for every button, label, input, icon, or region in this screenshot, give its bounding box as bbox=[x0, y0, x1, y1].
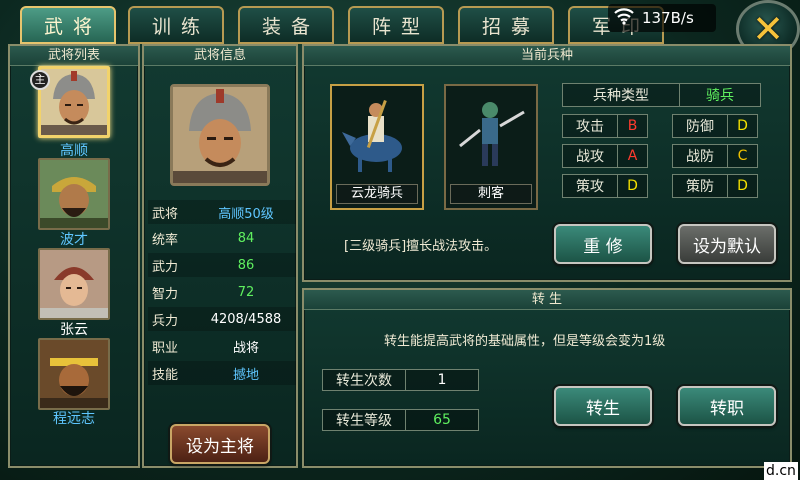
tab-training[interactable]: 训练 bbox=[128, 6, 224, 44]
wifi-icon bbox=[614, 7, 634, 29]
attr-label: 战防 bbox=[672, 144, 728, 168]
attr-label: 策攻 bbox=[562, 174, 618, 198]
rebirth-level-value: 65 bbox=[405, 409, 479, 431]
rebirth-description: 转生能提高武将的基础属性，但是等级会变为1级 bbox=[384, 334, 666, 349]
network-speed: 137B/s bbox=[642, 9, 694, 27]
info-value: 86 bbox=[237, 257, 255, 273]
info-value: 84 bbox=[237, 230, 255, 246]
attr-grade: D bbox=[618, 174, 648, 198]
attr-label: 战攻 bbox=[562, 144, 618, 168]
tab-recruit[interactable]: 招募 bbox=[458, 6, 554, 44]
rebirth-title: 转 生 bbox=[304, 290, 790, 310]
tab-equipment[interactable]: 装备 bbox=[238, 6, 334, 44]
info-value: 72 bbox=[237, 284, 255, 300]
info-row-troops: 兵力 4208/4588 bbox=[148, 307, 296, 331]
general-card-chengyuanzhi[interactable] bbox=[38, 338, 110, 410]
rebirth-count-value: 1 bbox=[405, 369, 479, 391]
attr-label: 策防 bbox=[672, 174, 728, 198]
general-name: 张云 bbox=[60, 322, 88, 338]
troop-type-value: 骑兵 bbox=[679, 83, 761, 107]
change-job-button[interactable]: 转职 bbox=[678, 386, 776, 426]
troop-description: [三级骑兵]擅长战法攻击。 bbox=[344, 239, 498, 254]
general-card-zhangyun[interactable] bbox=[38, 248, 110, 320]
info-label: 兵力 bbox=[152, 313, 179, 329]
network-status: 137B/s bbox=[608, 4, 716, 32]
info-label: 职业 bbox=[152, 340, 179, 356]
watermark: d.cn bbox=[764, 462, 798, 480]
info-label: 统率 bbox=[152, 232, 179, 248]
unit-name: 刺客 bbox=[450, 184, 532, 204]
info-label: 武力 bbox=[152, 259, 179, 275]
rebirth-level-label: 转生等级 bbox=[322, 409, 406, 431]
retrain-button[interactable]: 重 修 bbox=[554, 224, 652, 264]
portrait-gaoshun bbox=[41, 69, 107, 135]
general-card-bocai[interactable] bbox=[38, 158, 110, 230]
info-label: 技能 bbox=[152, 367, 179, 383]
info-label: 武将 bbox=[152, 206, 179, 222]
attr-grade: D bbox=[728, 174, 758, 198]
roster-title: 武将列表 bbox=[10, 46, 138, 66]
general-portrait bbox=[173, 87, 267, 183]
troop-title: 当前兵种 bbox=[304, 46, 790, 66]
info-value: 战将 bbox=[232, 340, 259, 356]
general-info-title: 武将信息 bbox=[144, 46, 296, 66]
unit-card-assassin[interactable]: 刺客 bbox=[444, 84, 538, 210]
info-value: 撼地 bbox=[232, 367, 259, 383]
set-default-button[interactable]: 设为默认 bbox=[678, 224, 776, 264]
portrait-chengyuanzhi bbox=[40, 340, 108, 408]
info-row-command: 统率 84 bbox=[148, 226, 296, 250]
general-name: 波才 bbox=[60, 232, 88, 248]
portrait-zhangyun bbox=[40, 250, 108, 318]
attr-grade: A bbox=[618, 144, 648, 168]
attr-label: 攻击 bbox=[562, 114, 618, 138]
unit-name: 云龙骑兵 bbox=[336, 184, 418, 204]
attr-grade: C bbox=[728, 144, 758, 168]
rebirth-button[interactable]: 转生 bbox=[554, 386, 652, 426]
info-row-skill: 技能 撼地 bbox=[148, 361, 296, 385]
unit-card-cloud-dragon-cavalry[interactable]: 云龙骑兵 bbox=[330, 84, 424, 210]
tab-formation[interactable]: 阵型 bbox=[348, 6, 444, 44]
portrait-bocai bbox=[40, 160, 108, 228]
troop-type-label: 兵种类型 bbox=[562, 83, 680, 107]
tab-generals[interactable]: 武将 bbox=[20, 6, 116, 44]
set-master-button[interactable]: 设为主将 bbox=[170, 424, 270, 464]
info-row-intelligence: 智力 72 bbox=[148, 280, 296, 304]
info-row-general: 武将 高顺50级 bbox=[148, 200, 296, 224]
attr-grade: B bbox=[618, 114, 648, 138]
master-badge: 主 bbox=[30, 70, 50, 90]
attr-grade: D bbox=[728, 114, 758, 138]
info-row-force: 武力 86 bbox=[148, 253, 296, 277]
info-label: 智力 bbox=[152, 286, 179, 302]
info-row-profession: 职业 战将 bbox=[148, 334, 296, 358]
general-portrait-frame bbox=[170, 84, 270, 186]
general-name: 程远志 bbox=[53, 411, 95, 427]
info-value: 高顺50级 bbox=[218, 206, 274, 222]
attr-label: 防御 bbox=[672, 114, 728, 138]
general-name: 高顺 bbox=[60, 143, 88, 159]
info-value: 4208/4588 bbox=[210, 311, 282, 327]
cavalry-icon bbox=[332, 86, 422, 180]
rebirth-count-label: 转生次数 bbox=[322, 369, 406, 391]
assassin-icon bbox=[446, 86, 536, 180]
